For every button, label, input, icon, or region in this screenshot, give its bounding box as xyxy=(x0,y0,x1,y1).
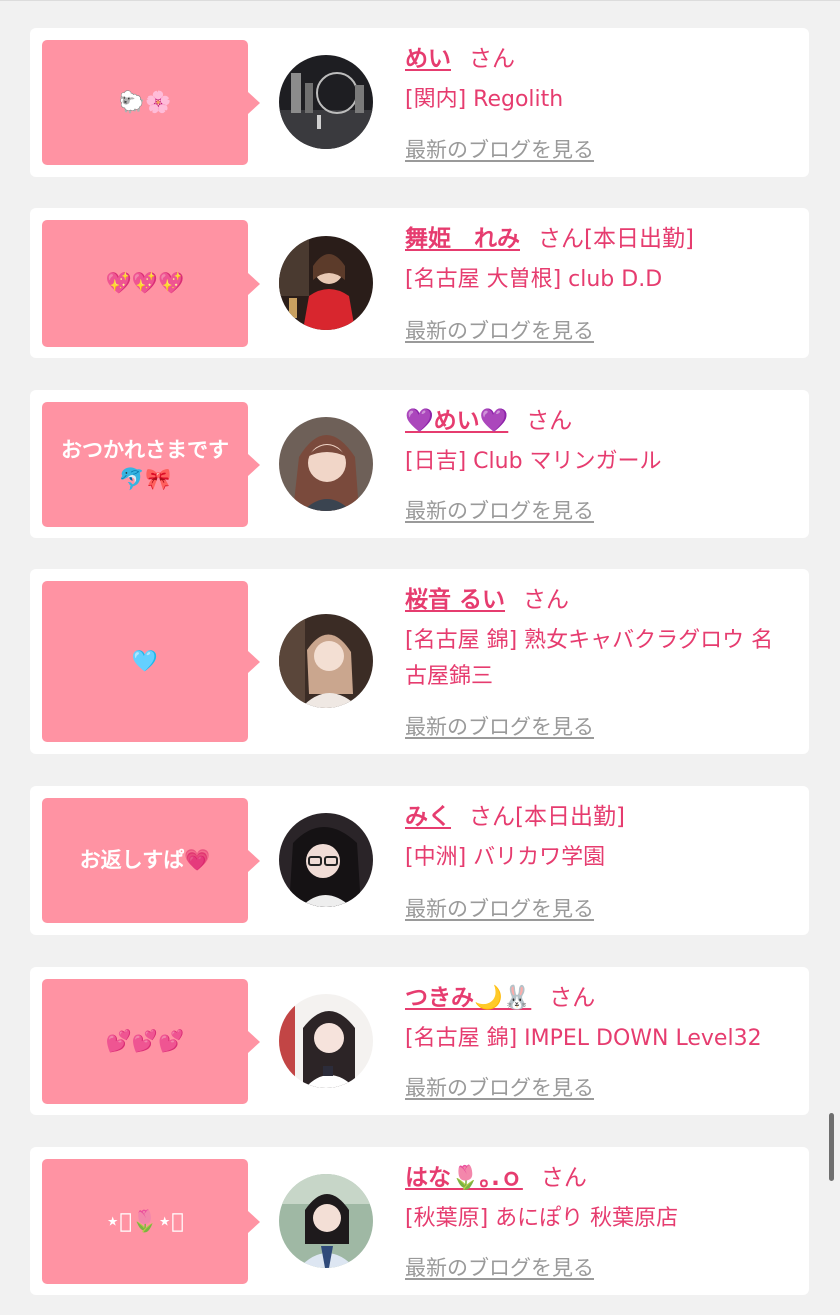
member-name-link[interactable]: みく xyxy=(405,804,451,830)
blog-feed-page: 🐑🌸 めい さん [関内] Regolith 最新のブログを見る 💖💖💖 舞姫 … xyxy=(0,0,840,1315)
blog-entry-card: 💖💖💖 舞姫 れみ さん[本日出勤] [名古屋 大曽根] club D.D 最新の… xyxy=(30,208,809,358)
member-name-link[interactable]: はな🌷｡.ｏ xyxy=(405,1165,523,1191)
avatar[interactable] xyxy=(279,236,373,330)
message-bubble: 💕💕💕 xyxy=(42,979,260,1104)
message-bubble: 🩵 xyxy=(42,581,260,742)
entry-info: 桜音 るい さん [名古屋 錦] 熟女キャバクラグロウ 名古屋錦三 xyxy=(405,583,795,695)
honorific: さん xyxy=(469,46,515,72)
member-name-link[interactable]: 舞姫 れみ xyxy=(405,226,520,252)
message-bubble: ⋆͛🌷⋆͛ xyxy=(42,1159,260,1284)
blog-entry-card: 🩵 桜音 るい さん [名古屋 錦] 熟女キャバクラグロウ 名古屋錦三 最新のブロ… xyxy=(30,569,809,754)
message-bubble: お返しすぱ💗 xyxy=(42,798,260,923)
avatar[interactable] xyxy=(279,1174,373,1268)
blog-entry-card: ⋆͛🌷⋆͛ はな🌷｡.ｏ さん [秋葉原] あにぽり 秋葉原店 最新のブログを見る xyxy=(30,1147,809,1295)
latest-blog-link[interactable]: 最新のブログを見る xyxy=(405,315,594,345)
status-badge: [本日出勤] xyxy=(584,226,694,252)
shop-name: [関内] Regolith xyxy=(405,87,564,112)
avatar[interactable] xyxy=(279,55,373,149)
latest-blog-link[interactable]: 最新のブログを見る xyxy=(405,893,594,923)
status-badge: [本日出勤] xyxy=(515,804,625,830)
shop-name: [日吉] Club マリンガール xyxy=(405,449,662,474)
message-bubble: おつかれさまです 🐬🎀 xyxy=(42,402,260,527)
scrollbar[interactable] xyxy=(829,1113,834,1181)
message-bubble: 🐑🌸 xyxy=(42,40,260,165)
entry-info: めい さん [関内] Regolith xyxy=(405,42,795,118)
blog-entry-card: お返しすぱ💗 みく さん[本日出勤] [中洲] バリカワ学園 最新のブログを見る xyxy=(30,786,809,935)
latest-blog-link[interactable]: 最新のブログを見る xyxy=(405,495,594,525)
member-name-link[interactable]: 桜音 るい xyxy=(405,587,505,613)
shop-name: [名古屋 錦] 熟女キャバクラグロウ 名古屋錦三 xyxy=(405,628,774,689)
avatar[interactable] xyxy=(279,994,373,1088)
honorific: さん xyxy=(540,1165,587,1191)
avatar[interactable] xyxy=(279,614,373,708)
entry-info: 💜めい💜 さん [日吉] Club マリンガール xyxy=(405,404,795,480)
latest-blog-link[interactable]: 最新のブログを見る xyxy=(405,711,594,741)
shop-name: [秋葉原] あにぽり 秋葉原店 xyxy=(405,1206,679,1231)
blog-entry-card: 💕💕💕 つきみ🌙🐰 さん [名古屋 錦] IMPEL DOWN Level32 最… xyxy=(30,967,809,1115)
name-line: 💜めい💜 さん xyxy=(405,404,795,438)
member-name-link[interactable]: つきみ🌙🐰 xyxy=(405,985,531,1011)
member-name-link[interactable]: めい xyxy=(405,46,451,72)
blog-entry-card: 🐑🌸 めい さん [関内] Regolith 最新のブログを見る xyxy=(30,28,809,177)
name-line: 舞姫 れみ さん[本日出勤] xyxy=(405,222,795,256)
entry-info: はな🌷｡.ｏ さん [秋葉原] あにぽり 秋葉原店 xyxy=(405,1161,795,1237)
latest-blog-link[interactable]: 最新のブログを見る xyxy=(405,1252,594,1282)
honorific: さん xyxy=(469,804,515,830)
shop-name: [中洲] バリカワ学園 xyxy=(405,845,606,870)
name-line: はな🌷｡.ｏ さん xyxy=(405,1161,795,1195)
entry-info: つきみ🌙🐰 さん [名古屋 錦] IMPEL DOWN Level32 xyxy=(405,981,795,1057)
name-line: めい さん xyxy=(405,42,795,76)
shop-name: [名古屋 錦] IMPEL DOWN Level32 xyxy=(405,1026,762,1051)
honorific: さん xyxy=(549,985,596,1011)
honorific: さん xyxy=(538,226,584,252)
avatar[interactable] xyxy=(279,417,373,511)
member-name-link[interactable]: 💜めい💜 xyxy=(405,408,508,434)
blog-entry-card: おつかれさまです 🐬🎀 💜めい💜 さん [日吉] Club マリンガール 最新のブ… xyxy=(30,390,809,538)
name-line: 桜音 るい さん xyxy=(405,583,795,617)
honorific: さん xyxy=(526,408,573,434)
message-bubble: 💖💖💖 xyxy=(42,220,260,347)
name-line: つきみ🌙🐰 さん xyxy=(405,981,795,1015)
latest-blog-link[interactable]: 最新のブログを見る xyxy=(405,134,594,164)
entry-info: 舞姫 れみ さん[本日出勤] [名古屋 大曽根] club D.D xyxy=(405,222,795,298)
entry-info: みく さん[本日出勤] [中洲] バリカワ学園 xyxy=(405,800,795,876)
avatar[interactable] xyxy=(279,813,373,907)
shop-name: [名古屋 大曽根] club D.D xyxy=(405,267,663,292)
honorific: さん xyxy=(523,587,570,613)
latest-blog-link[interactable]: 最新のブログを見る xyxy=(405,1072,594,1102)
name-line: みく さん[本日出勤] xyxy=(405,800,795,834)
